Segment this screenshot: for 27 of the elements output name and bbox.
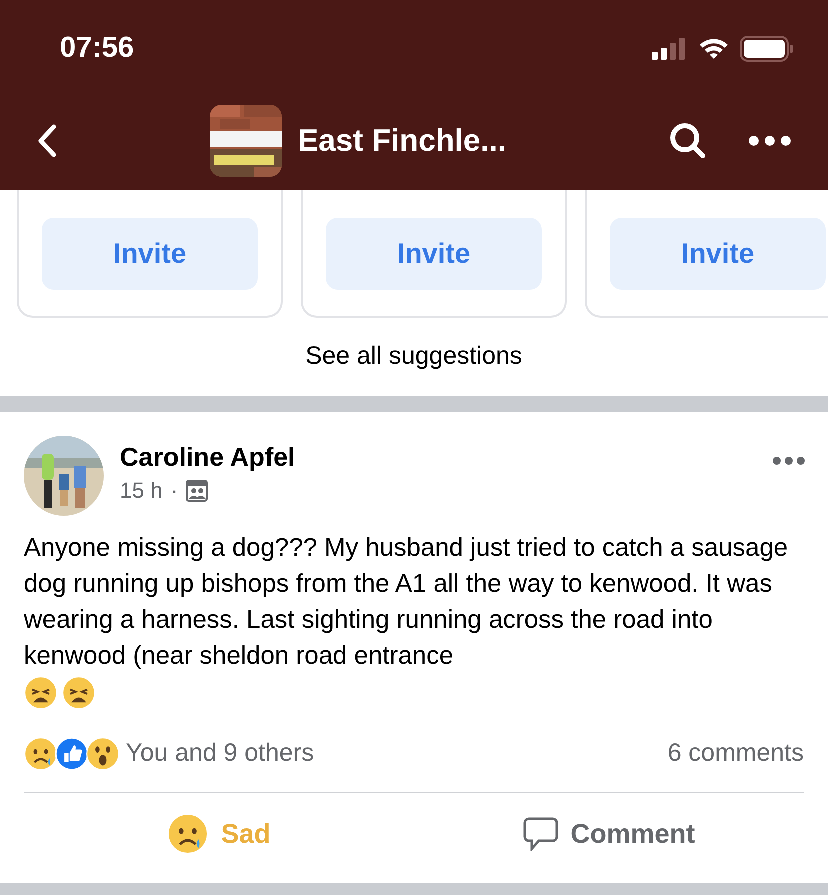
- invite-button[interactable]: Invite: [610, 218, 826, 290]
- comment-button[interactable]: Comment: [414, 793, 804, 875]
- author-name[interactable]: Caroline Apfel: [120, 440, 756, 474]
- post-time[interactable]: 15 h: [120, 474, 163, 507]
- sad-emoji-icon: [167, 813, 210, 855]
- reaction-summary[interactable]: You and 9 others: [126, 735, 668, 773]
- like-reaction-icon: [55, 737, 89, 771]
- comment-count[interactable]: 6 comments: [668, 735, 804, 773]
- invite-button[interactable]: Invite: [326, 218, 542, 290]
- see-all-link[interactable]: See all suggestions: [306, 338, 522, 376]
- search-button[interactable]: [668, 121, 708, 161]
- photo-group-icon: [186, 480, 208, 502]
- wifi-icon: [698, 37, 730, 61]
- speech-bubble-icon: [522, 817, 559, 851]
- battery-icon: [740, 36, 794, 62]
- invite-button[interactable]: Invite: [42, 218, 258, 290]
- signal-icon: [652, 38, 688, 60]
- weary-emoji-icon: [62, 676, 96, 710]
- post-options-button[interactable]: [772, 456, 806, 466]
- wow-emoji-icon: [86, 737, 120, 771]
- separator-dot: ·: [170, 477, 178, 505]
- sad-emoji-icon: [24, 737, 58, 771]
- group-title[interactable]: East Finchle...: [298, 118, 506, 164]
- post-text: Anyone missing a dog??? My husband just tried to catch a sausage dog running up bishops from the A1 all the way to kenwood. It was wearing a harness. Last sighting running across the road into kenwood (near sheldon road entrance: [24, 533, 790, 672]
- clock: 07:56: [60, 31, 134, 66]
- weary-emoji-icon: [24, 676, 58, 710]
- more-button[interactable]: [748, 135, 792, 147]
